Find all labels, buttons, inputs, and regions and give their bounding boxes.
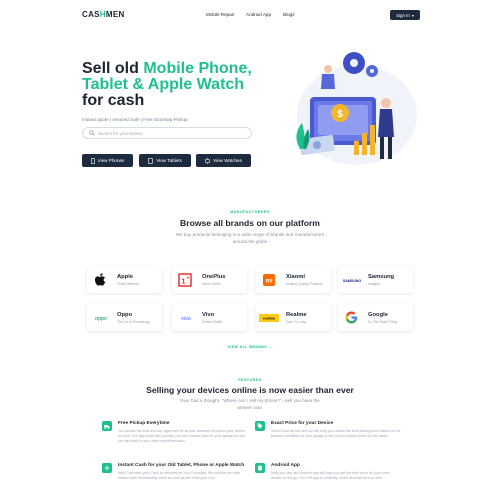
hero-subtitle: Instant quote | Assured Sale | Free Door… [82,117,188,122]
cash-icon [102,463,112,473]
feature-android-app: Android App Now you can use Android app … [255,463,405,498]
chevron-down-icon: ▾ [411,12,414,18]
xiaomi-icon: mi [261,272,277,287]
signin-button[interactable]: Sign In ▾ [390,10,420,20]
feature-exact-price: Exact Price for your Device Select your … [255,421,405,456]
watch-icon [205,157,210,164]
svg-text:mi: mi [265,278,272,284]
svg-text:1: 1 [182,278,186,285]
features-description: Ever had a thought, "Where can I sell my… [180,398,320,410]
phone-icon [90,157,95,164]
view-watches-button[interactable]: View Watches [196,154,251,167]
search-icon [89,130,95,136]
manufacturers-eyebrow: MANUFACTURERS [230,210,270,214]
signin-label: Sign In [396,12,410,18]
svg-text:+: + [187,275,190,281]
samsung-icon: SAMSUNG [341,272,363,287]
device-search[interactable] [82,127,252,139]
view-all-brands-link[interactable]: VIEW ALL BRANDS → [0,345,500,349]
brand-card-google[interactable]: Google Do The Right Thing [338,304,413,331]
feature-instant-cash: Instant Cash for your Old Tablet, Phone … [102,463,252,498]
oppo-icon: oppo [90,310,112,325]
site-logo[interactable]: CASHMEN [82,10,125,19]
view-phones-button[interactable]: View Phones [82,154,133,167]
brand-card-apple[interactable]: Apple Think Different [87,266,162,293]
features-title: Selling your devices online is now easie… [146,385,354,395]
brand-card-oneplus[interactable]: 1 + OnePlus Never Settle [172,266,247,293]
brand-card-xiaomi[interactable]: mi Xiaomi Making Quality Products [256,266,331,293]
realme-icon: realme [259,310,279,325]
coin-icon: $ [331,104,349,122]
google-icon [343,310,359,325]
svg-text:oppo: oppo [95,316,107,322]
nav-android-app[interactable]: Android App [246,12,271,17]
view-tablets-button[interactable]: View Tablets [139,154,191,167]
site-header: CASHMEN Mobile Repair Android App Blogs … [0,0,500,30]
search-input[interactable] [98,130,238,136]
feature-free-pickup: Free Pickup Everytime You decide the tim… [102,421,252,456]
apple-icon [92,272,108,287]
truck-icon [102,421,112,431]
android-icon [255,463,265,473]
hero-illustration: $ [296,52,417,165]
svg-text:SAMSUNG: SAMSUNG [343,279,362,283]
brand-card-oppo[interactable]: oppo Oppo The Art of Technology [87,304,162,331]
svg-text:realme: realme [263,316,275,320]
vivo-icon: vivo [175,310,197,325]
brand-card-realme[interactable]: realme Realme Dare To Leap [256,304,331,331]
svg-text:vivo: vivo [181,316,191,322]
hero-title: Sell old Mobile Phone, Tablet & Apple Wa… [82,60,252,109]
manufacturers-title: Browse all brands on our platform [180,218,320,228]
features-eyebrow: FEATURES [238,378,262,382]
manufacturers-description: We buy products belonging to a wide rang… [175,232,325,244]
nav-mobile-repair[interactable]: Mobile Repair [206,12,234,17]
tablet-icon [148,157,154,164]
brand-card-vivo[interactable]: vivo Vivo Perfect Selfie [172,304,247,331]
tag-icon [255,421,265,431]
svg-text:$: $ [337,109,343,120]
oneplus-icon: 1 + [177,272,193,287]
nav-blogs[interactable]: Blogs [283,12,295,17]
brand-card-samsung[interactable]: SAMSUNG Samsung Imagine [338,266,413,293]
